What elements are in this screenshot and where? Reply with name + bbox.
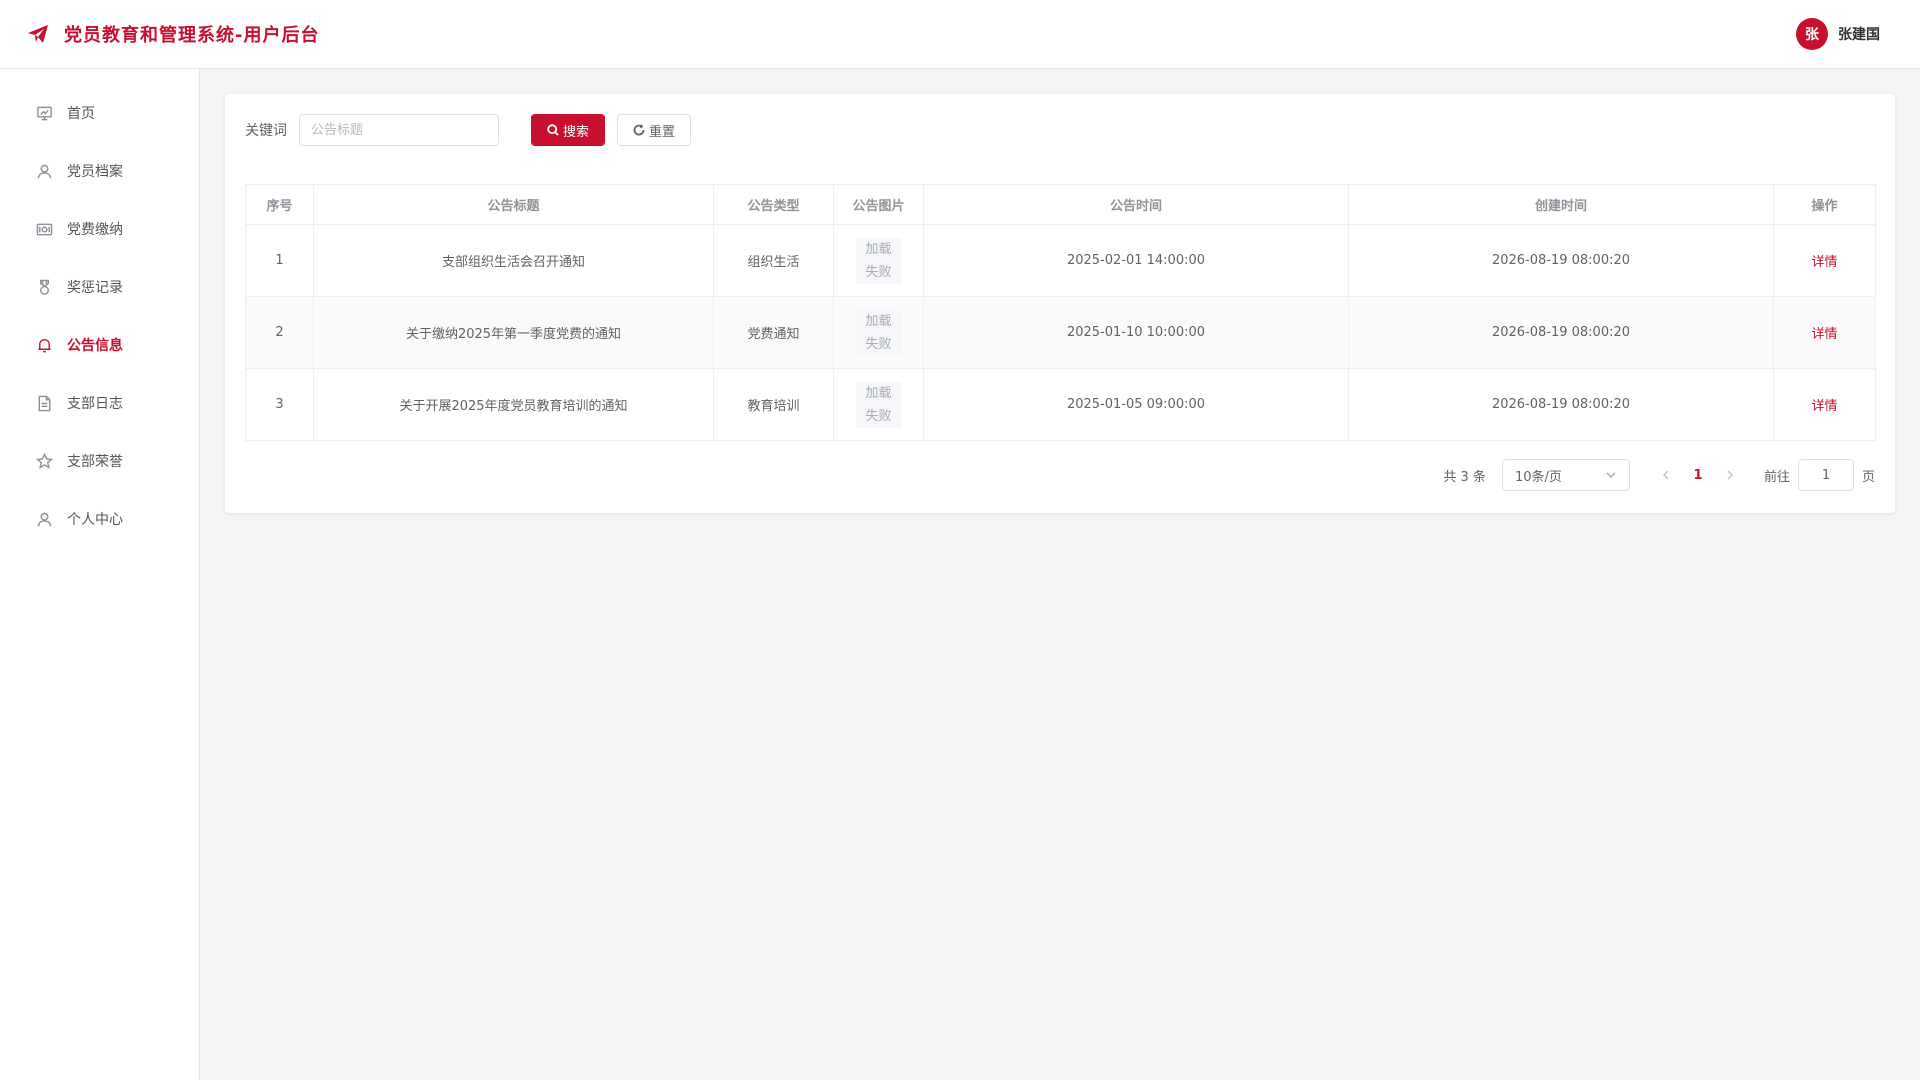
goto-page-input[interactable] [1797,459,1854,491]
image-load-failed: 加载失败 [855,309,902,356]
table-header-row: 序号 公告标题 公告类型 公告图片 公告时间 创建时间 操作 [245,184,1876,225]
sidebar-item-profile[interactable]: 个人中心 [0,490,199,548]
page-number-current[interactable]: 1 [1682,459,1714,491]
next-page-button[interactable] [1714,459,1746,491]
reset-button-label: 重置 [649,124,676,140]
column-header: 公告图片 [833,184,924,225]
cell-time: 2025-01-10 10:00:00 [923,296,1349,369]
announcement-table: 序号 公告标题 公告类型 公告图片 公告时间 创建时间 操作 1 支部组织生活会… [245,184,1876,441]
image-load-failed: 加载失败 [855,381,902,428]
sidebar-item-label: 党费缴纳 [67,222,123,238]
medal-icon [35,278,53,296]
search-button[interactable]: 搜索 [531,114,606,146]
cell-created: 2026-08-19 08:00:20 [1348,224,1774,297]
total-count: 共 3 条 [1443,469,1486,485]
cell-image: 加载失败 [833,368,924,441]
sidebar: 首页 党员档案 党费缴纳 奖惩记录 公告信息 支部日志 支部荣誉 个人中心 [0,69,200,1080]
app-title: 党员教育和管理系统-用户后台 [64,25,320,46]
column-header: 公告类型 [713,184,834,225]
reset-button[interactable]: 重置 [617,114,692,146]
search-input[interactable] [299,114,499,146]
sidebar-item-label: 支部日志 [67,396,123,412]
cell-action: 详情 [1773,224,1876,297]
cell-type: 党费通知 [713,296,834,369]
money-icon [35,220,53,238]
star-icon [35,452,53,470]
chevron-right-icon [1727,470,1734,480]
user-icon [35,162,53,180]
sidebar-item-label: 党员档案 [67,164,123,180]
detail-link[interactable]: 详情 [1811,399,1837,414]
brand[interactable]: 党员教育和管理系统-用户后台 [26,21,319,47]
table-row: 3 关于开展2025年度党员教育培训的通知 教育培训 加载失败 2025-01-… [245,368,1876,441]
sidebar-item-rewards[interactable]: 奖惩记录 [0,258,199,316]
sidebar-item-label: 个人中心 [67,512,123,528]
cell-image: 加载失败 [833,224,924,297]
table-row: 2 关于缴纳2025年第一季度党费的通知 党费通知 加载失败 2025-01-1… [245,296,1876,369]
column-header: 操作 [1773,184,1876,225]
column-header: 序号 [245,184,314,225]
cell-time: 2025-01-05 09:00:00 [923,368,1349,441]
detail-link[interactable]: 详情 [1811,255,1837,270]
cell-created: 2026-08-19 08:00:20 [1348,368,1774,441]
bell-icon [35,336,53,354]
sidebar-item-home[interactable]: 首页 [0,84,199,142]
cell-title: 关于开展2025年度党员教育培训的通知 [313,368,714,441]
page-unit-label: 页 [1861,469,1875,485]
pagination: 共 3 条 10条/页 1 前往 页 [1443,459,1875,491]
paper-plane-icon [28,25,48,43]
sidebar-item-label: 公告信息 [67,338,123,354]
detail-link[interactable]: 详情 [1811,327,1837,342]
sidebar-item-announcements[interactable]: 公告信息 [0,316,199,374]
user-menu[interactable]: 张 张建国 [1796,18,1880,50]
avatar[interactable]: 张 [1796,18,1828,50]
cell-created: 2026-08-19 08:00:20 [1348,296,1774,369]
cell-index: 2 [245,296,314,369]
cell-title: 支部组织生活会召开通知 [313,224,714,297]
sidebar-item-member-archive[interactable]: 党员档案 [0,142,199,200]
sidebar-item-label: 奖惩记录 [67,280,123,296]
column-header: 公告时间 [923,184,1349,225]
document-icon [35,394,53,412]
cell-title: 关于缴纳2025年第一季度党费的通知 [313,296,714,369]
search-icon [547,124,559,136]
top-header: 党员教育和管理系统-用户后台 张 张建国 [0,0,1920,69]
cell-type: 教育培训 [713,368,834,441]
page-size-value: 10条/页 [1514,469,1562,485]
presentation-icon [35,104,53,122]
user-name[interactable]: 张建国 [1838,24,1880,44]
cell-time: 2025-02-01 14:00:00 [923,224,1349,297]
page-size-select[interactable]: 10条/页 [1501,459,1630,491]
refresh-icon [633,124,645,136]
sidebar-item-branch-honor[interactable]: 支部荣誉 [0,432,199,490]
user-icon [35,510,53,528]
table-row: 1 支部组织生活会召开通知 组织生活 加载失败 2025-02-01 14:00… [245,224,1876,297]
cell-image: 加载失败 [833,296,924,369]
search-label: 关键词 [245,123,287,139]
announcement-panel: 关键词 搜索 重置 序号 公告标题 公告类型 公告图片 公告时间 创建时间 操作 [225,94,1895,513]
sidebar-item-label: 首页 [67,106,95,122]
cell-index: 3 [245,368,314,441]
sidebar-item-dues-payment[interactable]: 党费缴纳 [0,200,199,258]
cell-type: 组织生活 [713,224,834,297]
search-bar: 关键词 搜索 重置 [245,114,1875,146]
goto-label: 前往 [1763,469,1790,485]
prev-page-button[interactable] [1650,459,1682,491]
column-header: 公告标题 [313,184,714,225]
chevron-down-icon [1606,472,1616,479]
column-header: 创建时间 [1348,184,1774,225]
chevron-left-icon [1662,470,1669,480]
sidebar-item-label: 支部荣誉 [67,454,123,470]
cell-action: 详情 [1773,296,1876,369]
sidebar-item-branch-log[interactable]: 支部日志 [0,374,199,432]
cell-index: 1 [245,224,314,297]
cell-action: 详情 [1773,368,1876,441]
image-load-failed: 加载失败 [855,237,902,284]
search-button-label: 搜索 [563,124,590,140]
